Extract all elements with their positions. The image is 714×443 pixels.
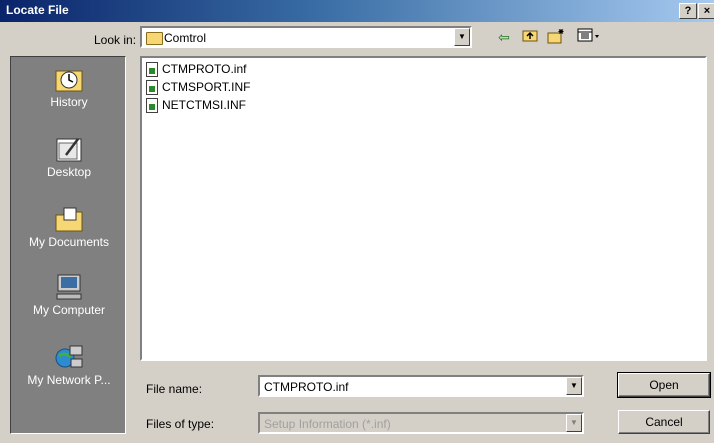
file-type-dropdown: Setup Information (*.inf) ▼ (258, 412, 584, 434)
place-my-computer[interactable]: My Computer (11, 273, 127, 317)
place-history[interactable]: History (11, 65, 127, 109)
history-icon (54, 65, 84, 93)
back-arrow-icon[interactable]: ⇦ (494, 28, 514, 46)
file-name: CTMPROTO.inf (162, 62, 247, 76)
file-name-label: File name: (146, 382, 203, 396)
place-label: Desktop (46, 165, 92, 179)
file-name: NETCTMSI.INF (162, 98, 246, 112)
file-name: CTMSPORT.INF (162, 80, 251, 94)
file-list[interactable]: CTMPROTO.inf CTMSPORT.INF NETCTMSI.INF (140, 56, 707, 361)
chevron-down-icon[interactable]: ▼ (454, 28, 470, 46)
places-bar: History Desktop My Documents My Computer… (10, 56, 126, 434)
place-label: My Computer (32, 303, 106, 317)
place-label: My Documents (28, 235, 110, 249)
look-in-label: Look in: (94, 33, 137, 47)
folder-icon (146, 32, 163, 45)
inf-file-icon (146, 98, 158, 113)
cancel-button[interactable]: Cancel (618, 410, 710, 434)
look-in-dropdown[interactable]: Comtrol ▼ (140, 26, 472, 48)
place-label: My Network P... (27, 373, 111, 387)
place-desktop[interactable]: Desktop (11, 135, 127, 179)
views-menu-icon[interactable] (574, 28, 608, 46)
up-folder-icon[interactable] (520, 28, 540, 46)
new-folder-icon[interactable] (546, 28, 566, 46)
title-bar: Locate File ? × (0, 0, 714, 22)
place-my-network[interactable]: My Network P... (11, 343, 127, 387)
chevron-down-icon: ▼ (566, 414, 582, 432)
my-documents-icon (54, 205, 84, 233)
file-name-input[interactable]: CTMPROTO.inf ▼ (258, 375, 584, 397)
help-button[interactable]: ? (679, 3, 697, 19)
file-type-value: Setup Information (*.inf) (264, 417, 391, 431)
my-computer-icon (54, 273, 84, 301)
inf-file-icon (146, 80, 158, 95)
place-label: History (50, 95, 88, 109)
look-in-value: Comtrol (164, 31, 207, 45)
close-button[interactable]: × (698, 3, 714, 19)
file-type-label: Files of type: (146, 417, 215, 431)
place-my-documents[interactable]: My Documents (11, 205, 127, 249)
chevron-down-icon[interactable]: ▼ (566, 377, 582, 395)
inf-file-icon (146, 62, 158, 77)
window-title: Locate File (6, 3, 69, 17)
desktop-icon (54, 135, 84, 163)
my-network-icon (54, 343, 84, 371)
file-name-value: CTMPROTO.inf (264, 380, 349, 394)
open-button[interactable]: Open (617, 372, 711, 398)
